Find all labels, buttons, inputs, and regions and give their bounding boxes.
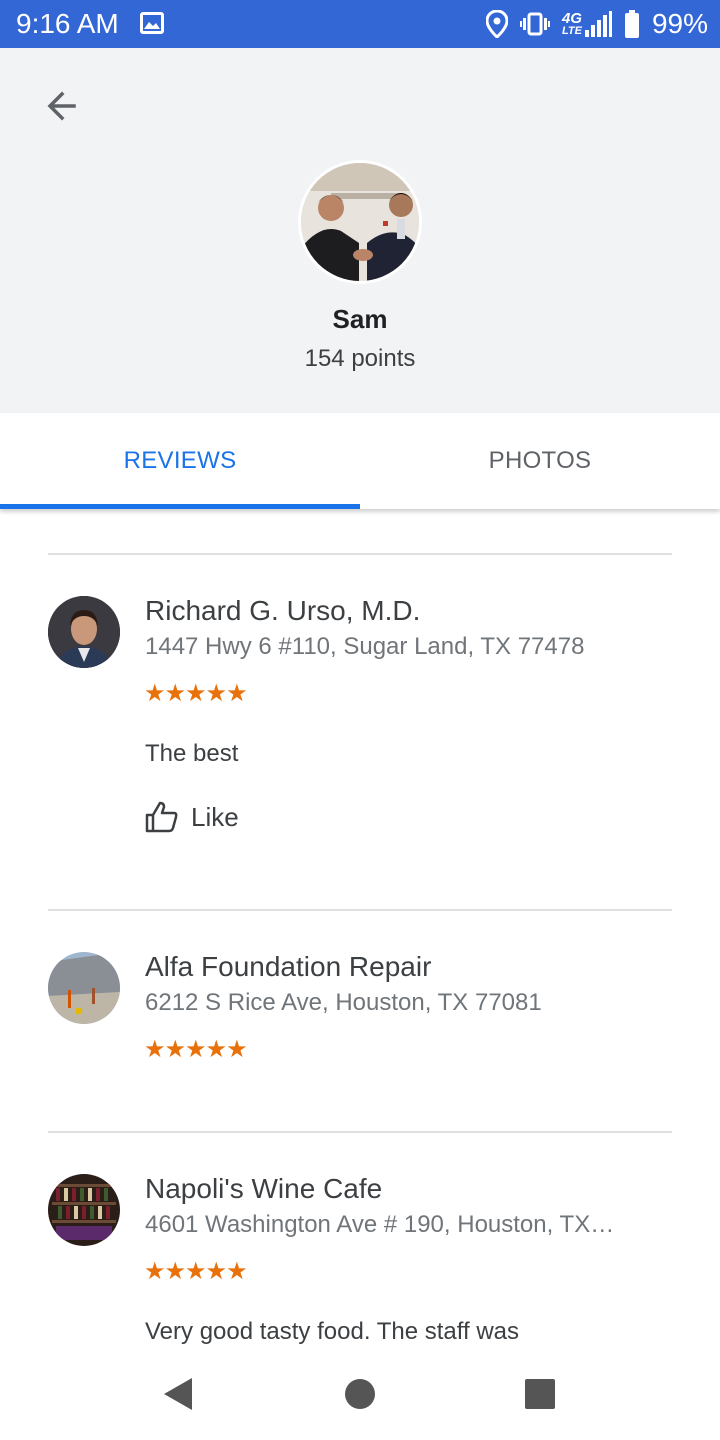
reviews-list[interactable]: Richard G. Urso, M.D. 1447 Hwy 6 #110, S… bbox=[0, 509, 720, 1344]
location-icon bbox=[485, 10, 508, 38]
battery-percent: 99% bbox=[651, 8, 708, 39]
tab-photos[interactable]: PHOTOS bbox=[360, 413, 720, 509]
nav-recents-button[interactable] bbox=[520, 1374, 560, 1414]
network-type-label: 4G bbox=[561, 9, 582, 27]
profile-header: Sam 154 points bbox=[0, 48, 720, 413]
nav-back-button[interactable] bbox=[158, 1374, 198, 1414]
profile-avatar[interactable] bbox=[298, 160, 422, 284]
tab-active-indicator bbox=[0, 504, 360, 509]
system-nav-bar bbox=[0, 1344, 720, 1440]
status-bar: 9:16 AM 4G LTE 99% bbox=[0, 0, 720, 48]
network-sub-label: LTE bbox=[561, 24, 582, 37]
tab-bar: REVIEWS PHOTOS bbox=[0, 413, 720, 509]
signal-icon bbox=[584, 10, 612, 38]
place-name[interactable]: Richard G. Urso, M.D. bbox=[145, 595, 420, 627]
place-address: 1447 Hwy 6 #110, Sugar Land, TX 77478 bbox=[145, 633, 585, 660]
thumbs-up-icon bbox=[145, 801, 178, 833]
review-item: Alfa Foundation Repair 6212 S Rice Ave, … bbox=[0, 911, 720, 1131]
review-item: Richard G. Urso, M.D. 1447 Hwy 6 #110, S… bbox=[0, 555, 720, 911]
status-time: 9:16 AM bbox=[16, 8, 119, 39]
gallery-icon bbox=[140, 12, 164, 34]
nav-home-button[interactable] bbox=[340, 1374, 380, 1414]
back-triangle-icon bbox=[164, 1378, 192, 1410]
battery-icon bbox=[624, 10, 640, 38]
vibrate-icon bbox=[519, 12, 550, 36]
profile-points: 154 points bbox=[304, 345, 416, 372]
tab-reviews[interactable]: REVIEWS bbox=[0, 413, 360, 509]
review-text: The best bbox=[145, 740, 239, 767]
place-avatar-alfa-foundation[interactable] bbox=[48, 952, 120, 1024]
place-avatar-richard-urso[interactable] bbox=[48, 596, 120, 668]
star-rating: ★★★★★ bbox=[144, 1036, 248, 1063]
place-name[interactable]: Alfa Foundation Repair bbox=[145, 951, 431, 983]
like-button[interactable]: Like bbox=[145, 801, 239, 833]
review-text: Very good tasty food. The staff was bbox=[145, 1318, 520, 1344]
place-avatar-napolis-wine-cafe[interactable] bbox=[48, 1174, 120, 1246]
star-rating: ★★★★★ bbox=[144, 680, 248, 707]
recents-square-icon bbox=[525, 1379, 555, 1409]
tab-photos-label: PHOTOS bbox=[488, 447, 592, 474]
place-name[interactable]: Napoli's Wine Cafe bbox=[145, 1173, 382, 1205]
review-item: Napoli's Wine Cafe 4601 Washington Ave #… bbox=[0, 1133, 720, 1344]
home-circle-icon bbox=[345, 1379, 375, 1409]
profile-name: Sam bbox=[332, 304, 388, 334]
like-label: Like bbox=[191, 801, 239, 832]
place-address: 6212 S Rice Ave, Houston, TX 77081 bbox=[145, 989, 542, 1016]
place-address: 4601 Washington Ave # 190, Houston, TX… bbox=[145, 1211, 615, 1238]
back-button[interactable] bbox=[36, 80, 88, 132]
arrow-left-icon bbox=[47, 91, 76, 121]
tab-reviews-label: REVIEWS bbox=[123, 447, 237, 474]
star-rating: ★★★★★ bbox=[144, 1258, 248, 1285]
